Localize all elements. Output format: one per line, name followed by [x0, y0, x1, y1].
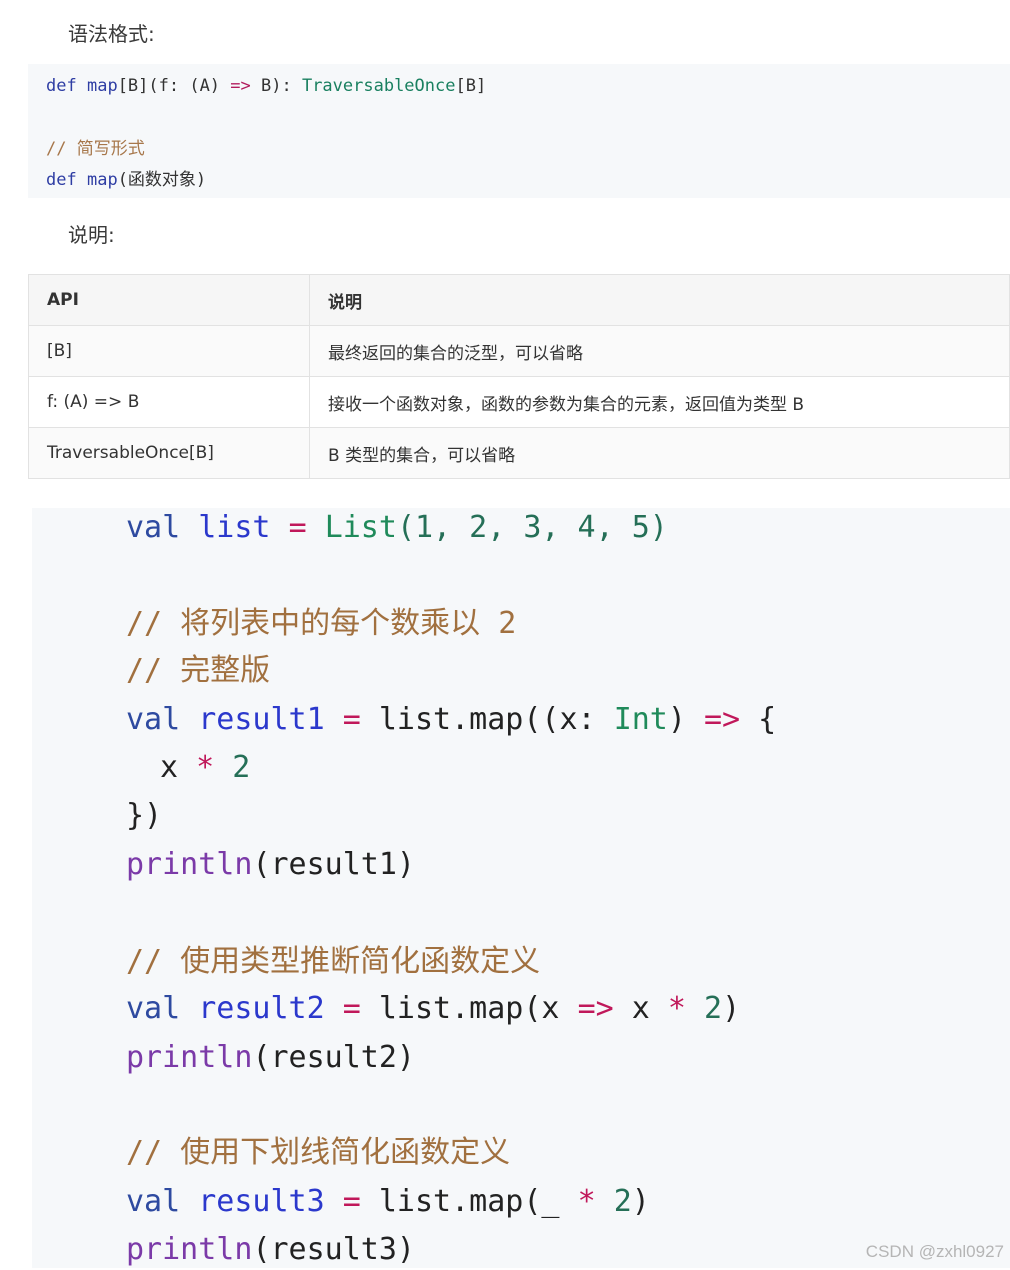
code-line: x * 2 — [160, 748, 250, 788]
table-header-row: API 说明 — [28, 274, 1010, 326]
code-line-1: def map[B](f: (A) => B): TraversableOnce… — [46, 76, 486, 96]
syntax-label: 语法格式: — [68, 22, 155, 46]
code-line: println(result1) — [126, 845, 415, 885]
keyword-val: val — [126, 702, 181, 737]
function-name: map — [86, 76, 118, 96]
var-name: list — [198, 510, 271, 545]
cell-api: TraversableOnce[B] — [28, 427, 310, 479]
multiply-operator: * — [577, 1184, 596, 1219]
keyword-val: val — [126, 1184, 181, 1219]
equals-operator: = — [342, 991, 361, 1026]
println-call: println — [126, 847, 253, 882]
code-text: [B] — [455, 76, 487, 96]
code-text: (result2) — [252, 1040, 415, 1075]
keyword-def: def — [46, 170, 77, 190]
number: 2 — [613, 1184, 632, 1219]
type-name: TraversableOnce — [301, 76, 456, 96]
api-table: API 说明 [B] 最终返回的集合的泛型，可以省略 f: (A) => B 接… — [28, 274, 1010, 479]
keyword-def: def — [46, 76, 77, 96]
equals-operator: = — [288, 510, 307, 545]
table-row: f: (A) => B 接收一个函数对象，函数的参数为集合的元素，返回值为类型 … — [28, 376, 1010, 428]
table-row: [B] 最终返回的集合的泛型，可以省略 — [28, 325, 1010, 377]
code-text: { — [740, 702, 777, 737]
code-text: (result3) — [252, 1232, 415, 1267]
header-api: API — [28, 274, 310, 326]
code-text: x — [613, 991, 668, 1026]
example-code-block: val list = List(1, 2, 3, 4, 5) // 将列表中的每… — [32, 508, 1010, 1268]
list-args: (1, 2, 3, 4, 5) — [396, 510, 668, 545]
code-comment: // 完整版 — [126, 653, 271, 688]
keyword-val: val — [126, 510, 181, 545]
description-label: 说明: — [68, 223, 115, 247]
code-text: ) — [667, 702, 704, 737]
number: 2 — [704, 991, 723, 1026]
code-text: (函数对象) — [117, 170, 207, 190]
syntax-code-block: def map[B](f: (A) => B): TraversableOnce… — [28, 64, 1010, 198]
println-call: println — [126, 1040, 253, 1075]
multiply-operator: * — [196, 750, 215, 785]
multiply-operator: * — [667, 991, 686, 1026]
code-text: ) — [631, 1184, 650, 1219]
code-text: [B](f: (A) — [117, 76, 231, 96]
cell-desc: 接收一个函数对象，函数的参数为集合的元素，返回值为类型 B — [309, 376, 1010, 428]
watermark: CSDN @zxhl0927 — [865, 1242, 1004, 1261]
code-line: val result1 = list.map((x: Int) => { — [126, 700, 776, 740]
code-text: B): — [250, 76, 302, 96]
var-name: result3 — [198, 1184, 325, 1219]
var-name: result2 — [198, 991, 325, 1026]
arrow-operator: => — [577, 991, 614, 1026]
code-line: val result3 = list.map(_ * 2) — [126, 1182, 650, 1222]
code-comment: // 将列表中的每个数乘以 2 — [126, 606, 517, 641]
function-name: map — [86, 170, 118, 190]
equals-operator: = — [342, 702, 361, 737]
arrow-operator: => — [704, 702, 741, 737]
code-comment: // 简写形式 — [46, 139, 145, 159]
code-comment: // 使用下划线简化函数定义 — [126, 1135, 511, 1170]
code-text: list.map(_ — [378, 1184, 578, 1219]
code-line-3: def map(函数对象) — [46, 165, 206, 190]
type-name: Int — [613, 702, 668, 737]
println-call: println — [126, 1232, 253, 1267]
keyword-val: val — [126, 991, 181, 1026]
code-line: val result2 = list.map(x => x * 2) — [126, 989, 740, 1029]
var-name: result1 — [198, 702, 325, 737]
cell-desc: 最终返回的集合的泛型，可以省略 — [309, 325, 1010, 377]
code-line: }) — [126, 798, 163, 833]
code-text: x — [160, 750, 179, 785]
code-text: (result1) — [252, 847, 415, 882]
code-text: list.map(x — [378, 991, 578, 1026]
type-name: List — [324, 510, 397, 545]
code-line: println(result3) — [126, 1230, 415, 1270]
header-desc: 说明 — [309, 274, 1010, 326]
number: 2 — [232, 750, 251, 785]
cell-desc: B 类型的集合，可以省略 — [309, 427, 1010, 479]
code-line: val list = List(1, 2, 3, 4, 5) — [126, 508, 668, 548]
code-text: list.map((x: — [378, 702, 614, 737]
cell-api: f: (A) => B — [28, 376, 310, 428]
code-text: ) — [722, 991, 741, 1026]
arrow-operator: => — [230, 76, 251, 96]
table-row: TraversableOnce[B] B 类型的集合，可以省略 — [28, 427, 1010, 479]
cell-api: [B] — [28, 325, 310, 377]
code-line: println(result2) — [126, 1038, 415, 1078]
code-comment: // 使用类型推断简化函数定义 — [126, 944, 541, 979]
equals-operator: = — [342, 1184, 361, 1219]
